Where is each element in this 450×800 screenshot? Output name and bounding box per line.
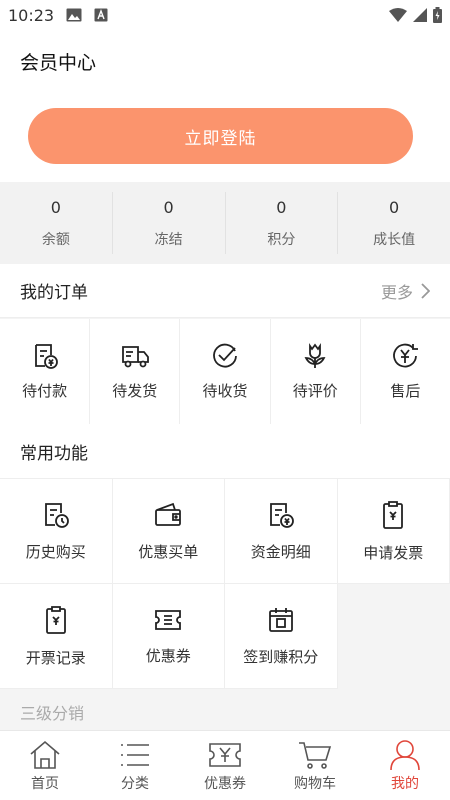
tab-cart[interactable]: 购物车 bbox=[270, 731, 360, 800]
stat-label: 积分 bbox=[267, 231, 296, 248]
battery-icon bbox=[433, 7, 442, 23]
truck-icon bbox=[120, 342, 150, 370]
login-button[interactable]: 立即登陆 bbox=[28, 108, 413, 164]
bill-icon bbox=[267, 501, 295, 529]
ticket-icon bbox=[153, 607, 183, 633]
cart-icon bbox=[297, 739, 333, 771]
func-invoice-records[interactable]: 开票记录 bbox=[0, 584, 113, 689]
invoice-record-icon bbox=[43, 605, 69, 635]
stat-value: 0 bbox=[163, 197, 174, 217]
distribution-title: 三级分销 bbox=[20, 704, 85, 723]
func-checkin-points[interactable]: 签到赚积分 bbox=[225, 584, 338, 689]
func-label: 资金明细 bbox=[250, 542, 311, 561]
tab-label: 优惠券 bbox=[204, 775, 246, 792]
func-label: 签到赚积分 bbox=[243, 647, 319, 666]
check-circle-icon bbox=[211, 342, 239, 370]
home-icon bbox=[28, 739, 62, 771]
orders-section-header: 我的订单 更多 bbox=[0, 264, 450, 318]
orders-row: 待付款 待发货 待收货 待评价 售后 bbox=[0, 319, 450, 424]
stat-label: 成长值 bbox=[373, 231, 416, 248]
member-header: 会员中心 立即登陆 bbox=[0, 30, 450, 182]
func-apply-invoice[interactable]: 申请发票 bbox=[337, 479, 450, 584]
order-pending-payment[interactable]: 待付款 bbox=[0, 319, 91, 424]
func-fund-details[interactable]: 资金明细 bbox=[225, 479, 338, 584]
history-icon bbox=[42, 501, 70, 529]
status-time: 10:23 bbox=[8, 5, 55, 25]
flower-icon bbox=[301, 342, 329, 370]
order-label: 待收货 bbox=[202, 382, 248, 400]
order-pending-review[interactable]: 待评价 bbox=[271, 319, 361, 424]
func-history-purchase[interactable]: 历史购买 bbox=[0, 479, 113, 584]
status-bar: 10:23 bbox=[0, 0, 450, 30]
func-coupons[interactable]: 优惠券 bbox=[112, 584, 225, 689]
functions-section-header: 常用功能 bbox=[0, 424, 450, 479]
user-icon bbox=[388, 739, 422, 771]
stat-label: 冻结 bbox=[154, 231, 183, 248]
tab-label: 分类 bbox=[121, 775, 149, 792]
tab-mine[interactable]: 我的 bbox=[360, 731, 450, 800]
order-label: 待发货 bbox=[112, 382, 158, 400]
order-label: 待评价 bbox=[292, 382, 338, 400]
tab-coupon[interactable]: 优惠券 bbox=[180, 731, 270, 800]
list-icon bbox=[118, 739, 152, 771]
order-pending-receipt[interactable]: 待收货 bbox=[180, 319, 271, 424]
stat-growth[interactable]: 0 成长值 bbox=[338, 192, 450, 254]
order-after-sale[interactable]: 售后 bbox=[361, 319, 450, 424]
func-label: 优惠券 bbox=[145, 646, 191, 665]
tab-category[interactable]: 分类 bbox=[90, 731, 180, 800]
font-icon bbox=[94, 8, 108, 22]
invoice-icon bbox=[380, 500, 406, 530]
tab-home[interactable]: 首页 bbox=[0, 731, 90, 800]
chevron-right-icon bbox=[421, 282, 430, 299]
more-label: 更多 bbox=[380, 282, 413, 302]
account-stats: 0 余额 0 冻结 0 积分 0 成长值 bbox=[0, 182, 450, 264]
tab-label: 首页 bbox=[31, 775, 59, 792]
functions-grid: 历史购买 优惠买单 资金明细 申请发票 开票记录 优惠券 签到赚积分 bbox=[0, 479, 450, 689]
func-label: 优惠买单 bbox=[138, 542, 199, 561]
order-pending-shipment[interactable]: 待发货 bbox=[90, 319, 181, 424]
refund-icon bbox=[391, 342, 419, 370]
wallet-card-icon bbox=[153, 501, 183, 529]
functions-title: 常用功能 bbox=[20, 443, 88, 464]
func-label: 开票记录 bbox=[25, 648, 86, 667]
tab-label: 我的 bbox=[391, 775, 419, 792]
coupon-icon bbox=[207, 739, 243, 771]
calendar-icon bbox=[267, 606, 295, 634]
stat-points[interactable]: 0 积分 bbox=[226, 192, 339, 254]
order-label: 待付款 bbox=[22, 382, 68, 400]
orders-more-link[interactable]: 更多 bbox=[381, 279, 430, 303]
wallet-icon bbox=[31, 342, 59, 370]
func-label: 申请发票 bbox=[363, 543, 424, 562]
wifi-icon bbox=[389, 8, 407, 22]
stat-label: 余额 bbox=[41, 231, 70, 248]
stat-balance[interactable]: 0 余额 bbox=[0, 192, 113, 254]
tab-label: 购物车 bbox=[294, 775, 336, 792]
func-discount-pay[interactable]: 优惠买单 bbox=[112, 479, 225, 584]
page-title: 会员中心 bbox=[20, 52, 97, 74]
signal-icon bbox=[413, 8, 427, 22]
stat-value: 0 bbox=[389, 197, 400, 217]
image-icon bbox=[66, 8, 82, 22]
stat-value: 0 bbox=[276, 197, 287, 217]
stat-frozen[interactable]: 0 冻结 bbox=[113, 192, 226, 254]
orders-title: 我的订单 bbox=[20, 283, 88, 303]
func-label: 历史购买 bbox=[25, 542, 86, 561]
stat-value: 0 bbox=[50, 197, 61, 217]
order-label: 售后 bbox=[390, 382, 421, 400]
bottom-tab-bar: 首页 分类 优惠券 购物车 我的 bbox=[0, 730, 450, 800]
grid-empty-cell bbox=[337, 584, 450, 689]
